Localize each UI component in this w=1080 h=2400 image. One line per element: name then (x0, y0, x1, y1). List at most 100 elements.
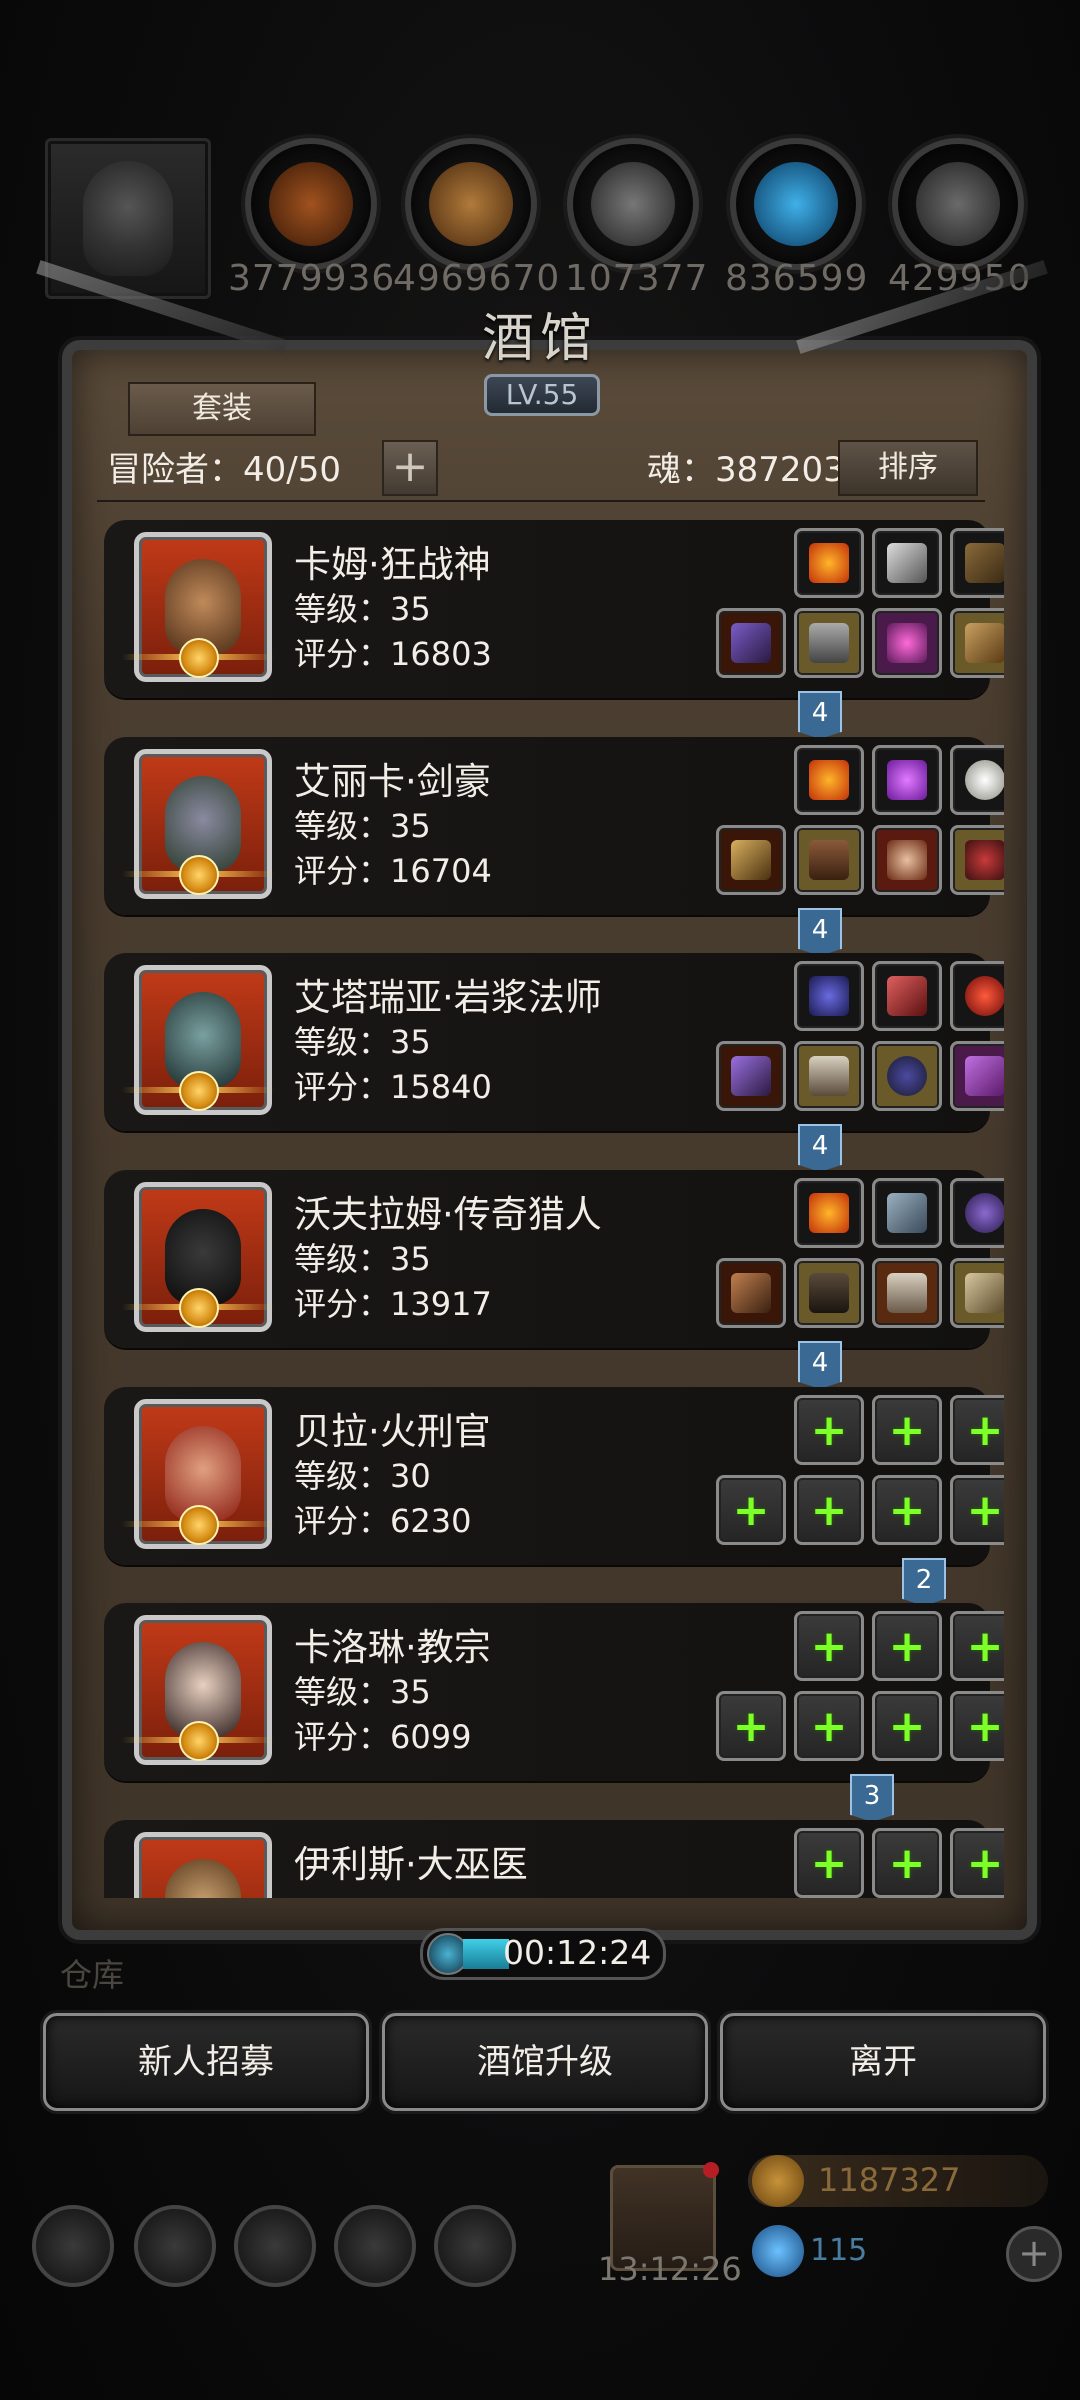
axe-icon[interactable] (716, 608, 786, 678)
bracelet-icon[interactable] (950, 1258, 1004, 1328)
sword-icon[interactable] (716, 825, 786, 895)
hero-name: 艾塔瑞亚·岩浆法师 (294, 976, 602, 1019)
tavern-upgrade-button[interactable]: 酒馆升级 (382, 2013, 708, 2111)
achievement-icon[interactable] (134, 2205, 216, 2287)
empty-slot-plus-icon[interactable]: + (716, 1691, 786, 1761)
gift-timer: 13:12:26 (598, 2250, 742, 2288)
timer-text: 00:12:24 (503, 1933, 652, 1972)
armor-icon[interactable] (794, 608, 864, 678)
rank-medal-icon (179, 638, 219, 678)
header-divider (97, 500, 985, 502)
armor-icon[interactable] (794, 825, 864, 895)
hero-card[interactable]: 艾丽卡·剑豪 等级：35 评分：16704 (104, 737, 1004, 915)
hero-card[interactable]: 伊利斯·大巫医 + + + (104, 1820, 1004, 1898)
empty-slot-plus-icon[interactable]: + (872, 1475, 942, 1545)
empty-slot-plus-icon[interactable]: + (950, 1395, 1004, 1465)
ruby-icon[interactable] (950, 961, 1004, 1031)
amethyst-icon[interactable] (872, 745, 942, 815)
soul-count: 魂：387203 (647, 450, 845, 490)
empty-slot-plus-icon[interactable]: + (794, 1475, 864, 1545)
hero-card[interactable]: 艾塔瑞亚·岩浆法师 等级：35 评分：15840 (104, 953, 1004, 1131)
gem-value: 115 (810, 2233, 868, 2268)
empty-slot-plus-icon[interactable]: + (950, 1691, 1004, 1761)
amulet-icon[interactable] (872, 825, 942, 895)
leave-button[interactable]: 离开 (720, 2013, 1046, 2111)
empty-slot-plus-icon[interactable]: + (872, 1395, 942, 1465)
hero-score: 评分：6099 (294, 1718, 472, 1756)
hero-score: 评分：6230 (294, 1502, 472, 1540)
set-count-badge: 4 (798, 1341, 842, 1389)
hero-card[interactable]: 卡姆·狂战神 等级：35 评分：16803 (104, 520, 1004, 698)
empty-slot-plus-icon[interactable]: + (794, 1395, 864, 1465)
gold-value: 1187327 (818, 2161, 961, 2199)
map-icon[interactable] (434, 2205, 516, 2287)
empty-slot-plus-icon[interactable]: + (794, 1611, 864, 1681)
buy-gems-button[interactable]: + (1006, 2226, 1062, 2282)
armor-icon[interactable] (794, 1258, 864, 1328)
empty-slot-plus-icon[interactable]: + (950, 1611, 1004, 1681)
crystal-icon[interactable] (730, 138, 862, 270)
hero-score: 评分：13917 (294, 1285, 492, 1323)
pendant-icon[interactable] (872, 1041, 942, 1111)
skull-orb-icon[interactable] (950, 1178, 1004, 1248)
rank-medal-icon (179, 1505, 219, 1545)
robe-icon[interactable] (794, 1041, 864, 1111)
hero-card[interactable]: 沃夫拉姆·传奇猎人 等级：35 评分：13917 (104, 1170, 1004, 1348)
gem-icon (752, 2225, 804, 2277)
empty-slot-plus-icon[interactable]: + (794, 1828, 864, 1898)
panel-title: 酒馆 (481, 309, 598, 369)
hero-avatar[interactable] (134, 1832, 272, 1898)
resource-value-crystal: 836599 (725, 258, 869, 299)
hero-level: 等级：35 (294, 590, 431, 628)
empty-slot-plus-icon[interactable]: + (716, 1475, 786, 1545)
refresh-timer: 00:12:24 (420, 1928, 666, 1980)
fire-rune-icon[interactable] (794, 528, 864, 598)
spellbook-icon[interactable] (950, 1041, 1004, 1111)
mail-icon[interactable] (334, 2205, 416, 2287)
hero-list[interactable]: 卡姆·狂战神 等级：35 评分：16803 4 艾丽卡·剑豪 等级：35 评分：… (84, 515, 1004, 1898)
boots-icon[interactable] (950, 528, 1004, 598)
hero-level: 等级：35 (294, 1023, 431, 1061)
fire-rune-icon[interactable] (794, 745, 864, 815)
gloves-icon[interactable] (950, 608, 1004, 678)
hero-score: 评分：16704 (294, 852, 492, 890)
empty-slot-plus-icon[interactable]: + (794, 1691, 864, 1761)
hero-name: 贝拉·火刑官 (294, 1410, 491, 1453)
scroll-icon[interactable] (872, 1178, 942, 1248)
helmet-icon[interactable] (872, 608, 942, 678)
crossbow-icon[interactable] (716, 1258, 786, 1328)
empty-slot-plus-icon[interactable]: + (950, 1475, 1004, 1545)
pearl-icon[interactable] (950, 745, 1004, 815)
empty-slot-plus-icon[interactable]: + (872, 1828, 942, 1898)
set-count-badge: 4 (798, 908, 842, 956)
player-face (83, 161, 173, 276)
stone-icon[interactable] (892, 138, 1024, 270)
hero-name: 卡洛琳·教宗 (294, 1626, 491, 1669)
wood-icon[interactable] (405, 138, 537, 270)
hero-card[interactable]: 贝拉·火刑官 等级：30 评分：6230 + + + + + + + (104, 1387, 1004, 1565)
gold-counter: 1187327 (748, 2155, 1048, 2207)
bread-icon[interactable] (245, 138, 377, 270)
helmet-icon[interactable] (950, 825, 1004, 895)
sort-button[interactable]: 排序 (838, 440, 978, 496)
sapphire-icon[interactable] (794, 961, 864, 1031)
empty-slot-plus-icon[interactable]: + (950, 1828, 1004, 1898)
rank-medal-icon (179, 1288, 219, 1328)
helmet-icon[interactable] (872, 1258, 942, 1328)
suit-button[interactable]: 套装 (128, 382, 316, 436)
guild-icon[interactable] (234, 2205, 316, 2287)
hero-score: 评分：16803 (294, 635, 492, 673)
add-adventurer-button[interactable]: + (382, 440, 438, 496)
hero-card[interactable]: 卡洛琳·教宗 等级：35 评分：6099 + + + + + + + (104, 1603, 1004, 1781)
gem-counter: 115 (748, 2225, 1048, 2277)
hero-name: 艾丽卡·剑豪 (294, 760, 491, 803)
bracer-icon[interactable] (872, 961, 942, 1031)
empty-slot-plus-icon[interactable]: + (872, 1691, 942, 1761)
dagger-icon[interactable] (872, 528, 942, 598)
staff-icon[interactable] (716, 1041, 786, 1111)
empty-slot-plus-icon[interactable]: + (872, 1611, 942, 1681)
iron-icon[interactable] (567, 138, 699, 270)
recruit-button[interactable]: 新人招募 (43, 2013, 369, 2111)
fire-rune-icon[interactable] (794, 1178, 864, 1248)
settings-icon[interactable] (32, 2205, 114, 2287)
